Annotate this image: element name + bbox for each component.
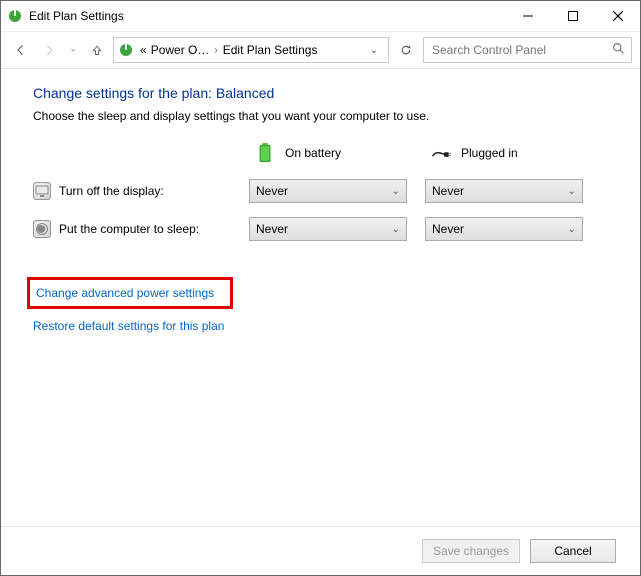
window-frame: Edit Plan Settings [0,0,641,576]
window-controls [505,1,640,31]
save-button[interactable]: Save changes [422,539,520,563]
up-button[interactable] [85,38,109,62]
row-sleep: Put the computer to sleep: [33,220,233,238]
chevron-down-icon: ⌄ [568,186,576,197]
back-button[interactable] [9,38,33,62]
maximize-button[interactable] [550,1,595,31]
row-sleep-label: Put the computer to sleep: [59,222,199,236]
breadcrumb-seg-power-options[interactable]: Power O… [149,43,212,57]
search-icon [612,42,625,58]
display-plugged-value: Never [432,184,464,198]
display-plugged-dropdown[interactable]: Never ⌄ [425,179,583,203]
breadcrumb[interactable]: « Power O… › Edit Plan Settings ⌄ [113,37,389,63]
navbar: « Power O… › Edit Plan Settings ⌄ [1,32,640,69]
column-header-plugged-label: Plugged in [461,146,518,160]
chevron-down-icon: ⌄ [392,224,400,235]
link-restore-defaults[interactable]: Restore default settings for this plan [33,319,224,333]
sleep-icon [33,220,51,238]
link-advanced-settings[interactable]: Change advanced power settings [36,286,214,300]
refresh-button[interactable] [393,37,419,63]
plug-icon [431,141,451,165]
chevron-down-icon: ⌄ [392,186,400,197]
app-icon [7,8,23,24]
display-battery-dropdown[interactable]: Never ⌄ [249,179,407,203]
recent-locations-button[interactable] [65,38,81,62]
window-title: Edit Plan Settings [29,9,505,23]
row-display: Turn off the display: [33,182,233,200]
sleep-battery-dropdown[interactable]: Never ⌄ [249,217,407,241]
page-subtext: Choose the sleep and display settings th… [33,109,640,123]
power-icon [118,42,134,58]
save-button-label: Save changes [433,544,509,558]
chevron-down-icon: ⌄ [568,224,576,235]
footer: Save changes Cancel [1,526,640,575]
search-box[interactable] [423,37,632,63]
cancel-button[interactable]: Cancel [530,539,616,563]
close-button[interactable] [595,1,640,31]
settings-grid: On battery Plugged in Turn [33,141,640,241]
column-header-plugged: Plugged in [425,141,585,165]
display-battery-value: Never [256,184,288,198]
breadcrumb-seg-edit-plan[interactable]: Edit Plan Settings [221,43,320,57]
content-area: Change settings for the plan: Balanced C… [1,69,640,526]
page-heading: Change settings for the plan: Balanced [33,85,640,101]
highlight-box: Change advanced power settings [27,277,233,309]
breadcrumb-prev-indicator[interactable]: « [138,43,149,57]
breadcrumb-dropdown[interactable]: ⌄ [364,45,384,56]
sleep-battery-value: Never [256,222,288,236]
minimize-button[interactable] [505,1,550,31]
forward-button[interactable] [37,38,61,62]
search-input[interactable] [430,42,612,58]
column-header-battery-label: On battery [285,146,341,160]
battery-icon [255,141,275,165]
chevron-right-icon[interactable]: › [211,45,220,56]
sleep-plugged-value: Never [432,222,464,236]
sleep-plugged-dropdown[interactable]: Never ⌄ [425,217,583,241]
display-icon [33,182,51,200]
cancel-button-label: Cancel [554,544,591,558]
titlebar: Edit Plan Settings [1,1,640,32]
row-display-label: Turn off the display: [59,184,164,198]
links-section: Change advanced power settings Restore d… [33,277,640,347]
column-header-battery: On battery [249,141,409,165]
